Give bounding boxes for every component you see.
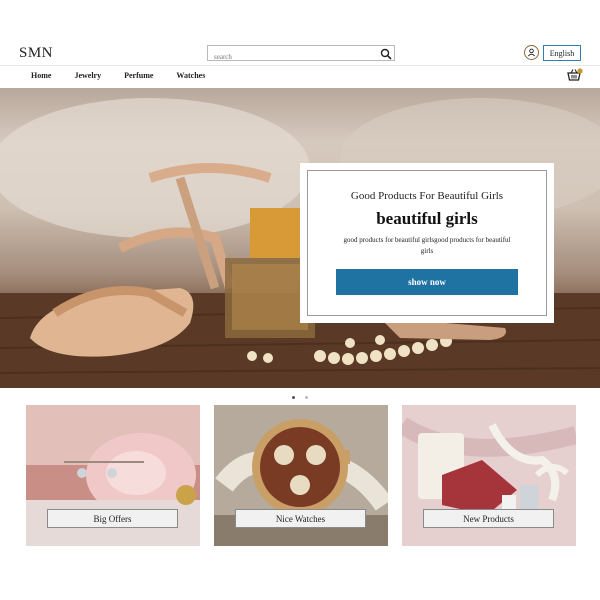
hero-title: beautiful girls <box>376 209 478 228</box>
cart-button[interactable] <box>567 68 583 82</box>
tile-label: New Products <box>423 509 554 528</box>
tile-nice-watches[interactable]: Nice Watches <box>214 405 388 546</box>
hero-promo-frame: Good Products For Beautiful Girls beauti… <box>307 170 547 316</box>
nav-item-jewelry[interactable]: Jewelry <box>74 71 101 80</box>
user-account-button[interactable] <box>524 45 539 60</box>
tile-label: Big Offers <box>47 509 178 528</box>
tile-new-products[interactable]: New Products <box>402 405 576 546</box>
hero-subtitle: Good Products For Beautiful Girls <box>350 190 504 202</box>
hero-description: good products for beautiful girlsgood pr… <box>343 236 511 255</box>
tile-big-offers[interactable]: Big Offers <box>26 405 200 546</box>
basket-icon <box>567 68 583 81</box>
search-icon[interactable] <box>380 47 392 60</box>
show-now-button[interactable]: show now <box>336 269 518 295</box>
hero-banner: Good Products For Beautiful Girls beauti… <box>0 88 600 388</box>
site-logo[interactable]: SMN <box>19 45 53 62</box>
language-button[interactable]: English <box>543 45 581 61</box>
carousel-dot-active[interactable] <box>292 396 295 399</box>
nav-item-watches[interactable]: Watches <box>176 71 205 80</box>
header-divider <box>0 65 600 66</box>
user-icon <box>528 48 535 57</box>
tile-label: Nice Watches <box>235 509 366 528</box>
search-input[interactable] <box>208 50 378 64</box>
main-nav: Home Jewelry Perfume Watches <box>31 71 228 80</box>
nav-item-perfume[interactable]: Perfume <box>124 71 153 80</box>
search-bar <box>207 45 395 64</box>
carousel-dot[interactable] <box>305 396 308 399</box>
nav-item-home[interactable]: Home <box>31 71 51 80</box>
hero-promo-card: Good Products For Beautiful Girls beauti… <box>300 163 554 323</box>
carousel-indicators <box>292 396 318 399</box>
